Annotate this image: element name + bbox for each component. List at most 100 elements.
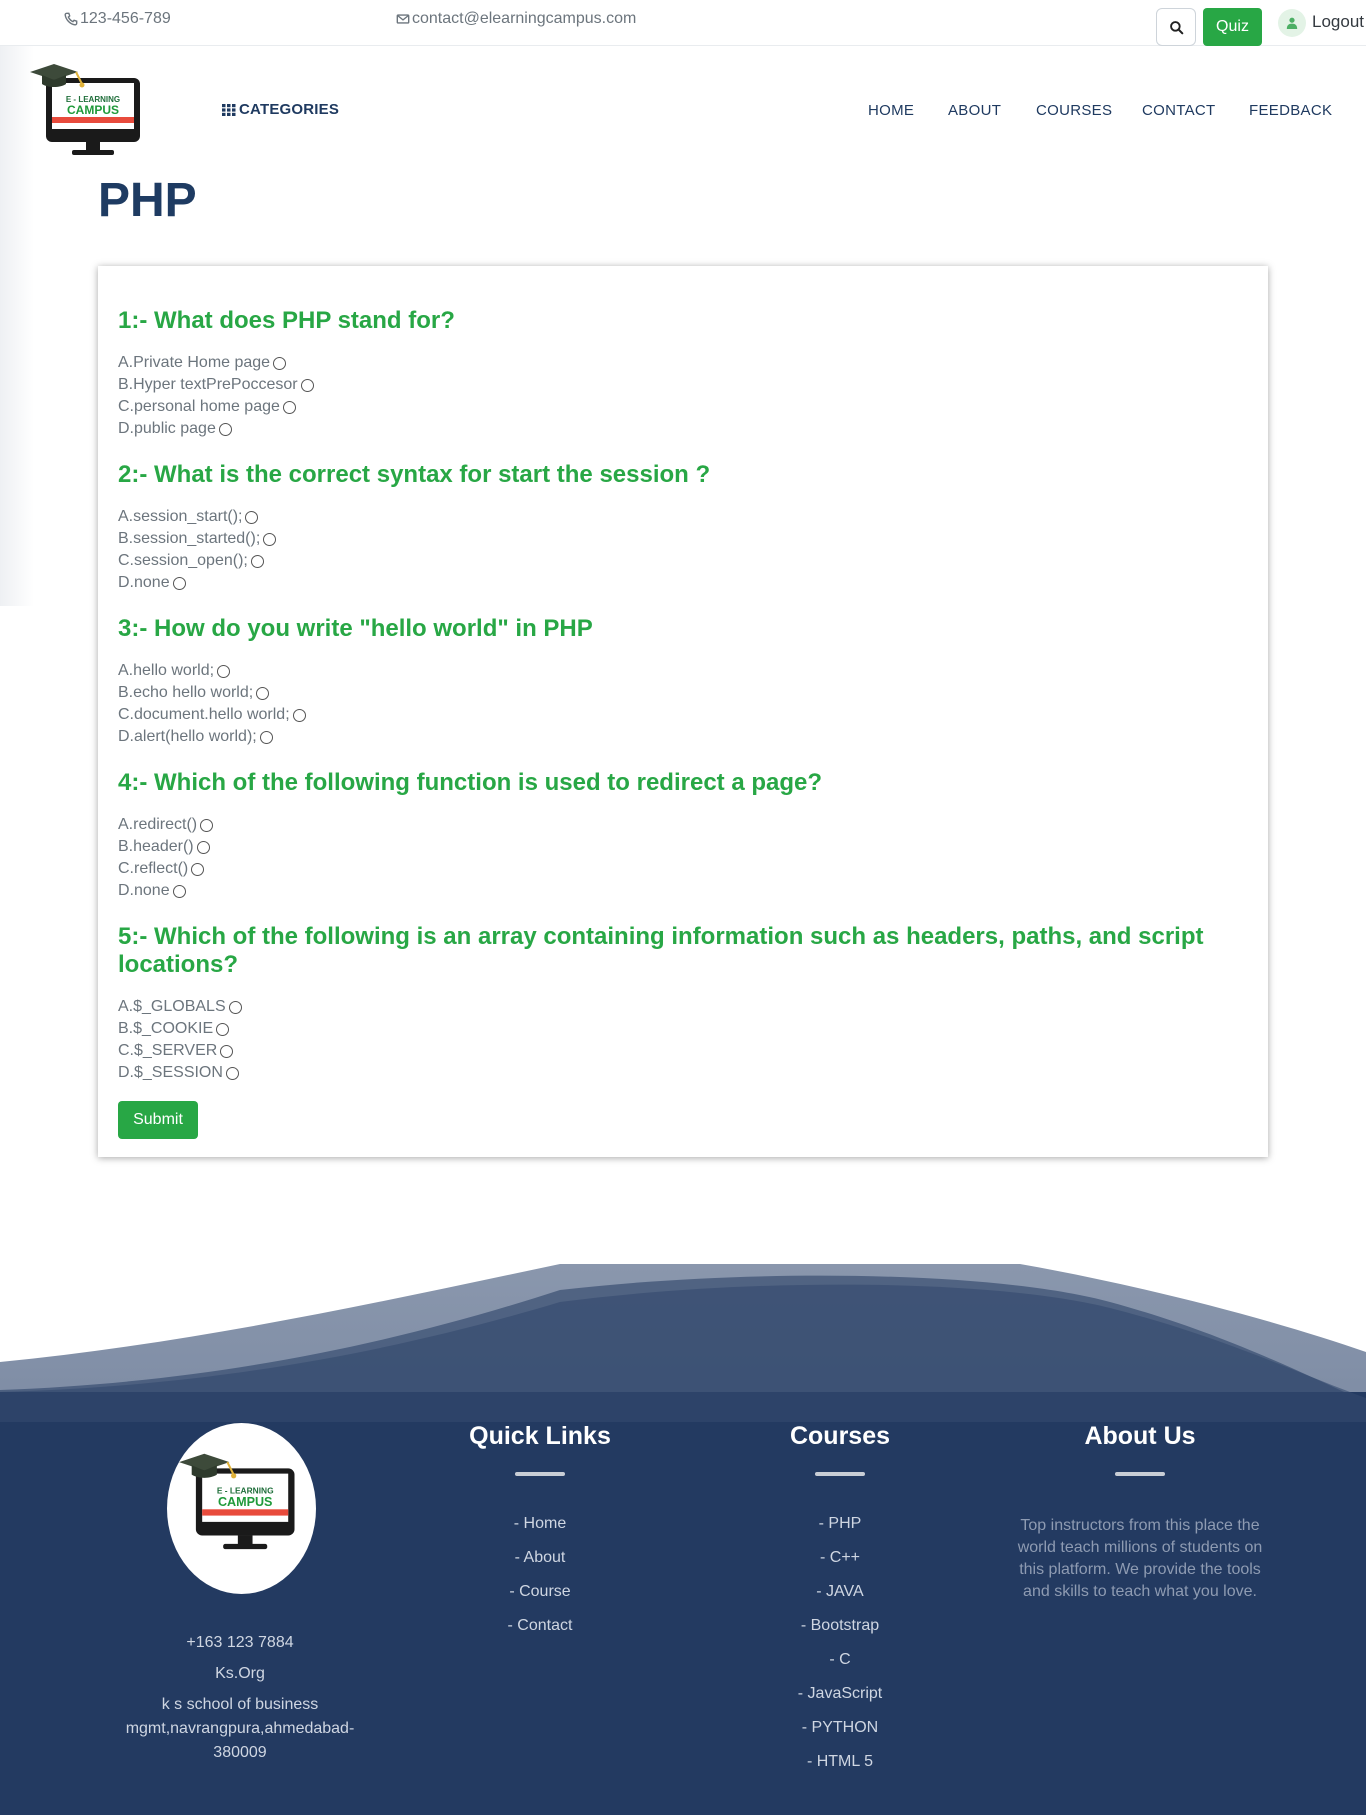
nav-contact[interactable]: CONTACT <box>1142 102 1215 119</box>
footer-course-java[interactable]: - JAVA <box>730 1583 950 1601</box>
top-bar: 123-456-789 contact@elearningcampus.com … <box>0 0 1366 46</box>
footer-link-home[interactable]: - Home <box>430 1515 650 1533</box>
question-2-option-d[interactable]: D.none <box>118 572 186 594</box>
question-5-option-a[interactable]: A.$_GLOBALS <box>118 996 242 1018</box>
radio-button[interactable] <box>200 818 214 832</box>
radio-button[interactable] <box>216 1022 230 1036</box>
quiz-card: 1:- What does PHP stand for? A.Private H… <box>98 266 1268 1157</box>
grid-icon <box>222 103 236 116</box>
footer-course-html5[interactable]: - HTML 5 <box>730 1753 950 1771</box>
question-5-option-d[interactable]: D.$_SESSION <box>118 1062 239 1084</box>
question-4-option-b[interactable]: B.header() <box>118 836 210 858</box>
footer-phone: +163 123 7884 <box>186 1634 294 1651</box>
option-label: B.echo hello world; <box>118 684 254 701</box>
radio-button[interactable] <box>256 686 270 700</box>
quick-links-heading: Quick Links <box>469 1422 611 1450</box>
question-4-option-d[interactable]: D.none <box>118 880 186 902</box>
option-label: A.session_start(); <box>118 508 243 525</box>
nav-courses[interactable]: COURSES <box>1036 102 1112 119</box>
question-1-option-d[interactable]: D.public page <box>118 418 232 440</box>
radio-button[interactable] <box>218 422 232 436</box>
question-5-option-c[interactable]: C.$_SERVER <box>118 1040 234 1062</box>
question-4-option-a[interactable]: A.redirect() <box>118 814 214 836</box>
question-5-title: 5:- Which of the following is an array c… <box>118 923 1204 978</box>
question-1-option-a[interactable]: A.Private Home page <box>118 352 287 374</box>
nav-about[interactable]: ABOUT <box>948 102 1001 119</box>
radio-button[interactable] <box>259 730 273 744</box>
question-3-option-b[interactable]: B.echo hello world; <box>118 682 270 704</box>
nav-feedback[interactable]: FEEDBACK <box>1249 102 1332 119</box>
option-label: A.redirect() <box>118 816 198 833</box>
question-2-option-b[interactable]: B.session_started(); <box>118 528 277 550</box>
option-label: D.$_SESSION <box>118 1064 223 1081</box>
phone-icon <box>64 12 78 26</box>
about-text: Top instructors from this place the worl… <box>1017 1517 1263 1600</box>
question-3-option-d[interactable]: D.alert(hello world); <box>118 726 273 748</box>
top-email[interactable]: contact@elearningcampus.com <box>396 10 636 28</box>
question-2-option-c[interactable]: C.session_open(); <box>118 550 264 572</box>
radio-button[interactable] <box>196 840 210 854</box>
footer-link-about[interactable]: - About <box>430 1549 650 1567</box>
radio-button[interactable] <box>282 400 296 414</box>
question-5-option-b[interactable]: B.$_COOKIE <box>118 1018 230 1040</box>
email-text: contact@elearningcampus.com <box>412 10 637 27</box>
radio-button[interactable] <box>292 708 306 722</box>
footer-course-php[interactable]: - PHP <box>730 1515 950 1533</box>
logout-link[interactable]: Logout <box>1312 12 1364 32</box>
option-label: A.$_GLOBALS <box>118 998 226 1015</box>
about-underline <box>1115 1472 1165 1476</box>
footer-course-javascript[interactable]: - JavaScript <box>730 1685 950 1703</box>
footer-logo-line1: E - LEARNING <box>217 1486 274 1496</box>
question-2-option-a[interactable]: A.session_start(); <box>118 506 259 528</box>
radio-button[interactable] <box>191 862 205 876</box>
radio-button[interactable] <box>228 1000 242 1014</box>
footer-org: Ks.Org <box>215 1665 265 1682</box>
top-phone[interactable]: 123-456-789 <box>64 10 171 28</box>
footer-logo[interactable]: E - LEARNING CAMPUS <box>167 1423 316 1594</box>
radio-button[interactable] <box>225 1066 239 1080</box>
site-logo[interactable]: E - LEARNING CAMPUS <box>28 62 150 160</box>
user-icon[interactable] <box>1278 9 1306 37</box>
footer-link-contact[interactable]: - Contact <box>430 1617 650 1635</box>
search-button[interactable] <box>1156 8 1196 46</box>
footer-course-python[interactable]: - PYTHON <box>730 1719 950 1737</box>
logo-line2: CAMPUS <box>67 103 119 117</box>
question-1-option-c[interactable]: C.personal home page <box>118 396 296 418</box>
radio-button[interactable] <box>172 576 186 590</box>
nav-home[interactable]: HOME <box>868 102 914 119</box>
option-label: A.Private Home page <box>118 354 271 371</box>
option-label: D.public page <box>118 420 216 437</box>
radio-button[interactable] <box>220 1044 234 1058</box>
question-1-option-b[interactable]: B.Hyper textPrePoccesor <box>118 374 314 396</box>
search-icon <box>1169 20 1183 34</box>
phone-text: 123-456-789 <box>80 10 171 27</box>
radio-button[interactable] <box>263 532 277 546</box>
categories-menu[interactable]: CATEGORIES <box>222 101 339 118</box>
footer-link-course[interactable]: - Course <box>430 1583 650 1601</box>
option-label: A.hello world; <box>118 662 215 679</box>
question-2-title: 2:- What is the correct syntax for start… <box>118 461 711 488</box>
radio-button[interactable] <box>273 356 287 370</box>
quiz-button[interactable]: Quiz <box>1203 8 1262 46</box>
user-glyph-icon <box>1286 17 1298 29</box>
question-3-title: 3:- How do you write "hello world" in PH… <box>118 615 593 642</box>
courses-heading: Courses <box>789 1422 891 1450</box>
footer-address: k s school of business mgmt,navrangpura,… <box>125 1696 355 1761</box>
question-1-title: 1:- What does PHP stand for? <box>118 307 455 334</box>
radio-button[interactable] <box>172 884 186 898</box>
radio-button[interactable] <box>245 510 259 524</box>
footer-course-cpp[interactable]: - C++ <box>730 1549 950 1567</box>
question-4-option-c[interactable]: C.reflect() <box>118 858 205 880</box>
radio-button[interactable] <box>217 664 231 678</box>
question-3-option-c[interactable]: C.document.hello world; <box>118 704 306 726</box>
option-label: C.session_open(); <box>118 552 248 569</box>
footer-course-bootstrap[interactable]: - Bootstrap <box>730 1617 950 1635</box>
footer-logo-line2: CAMPUS <box>218 1495 273 1509</box>
option-label: D.none <box>118 882 170 899</box>
radio-button[interactable] <box>300 378 314 392</box>
footer-course-c[interactable]: - C <box>730 1651 950 1669</box>
option-label: D.none <box>118 574 170 591</box>
question-3-option-a[interactable]: A.hello world; <box>118 660 231 682</box>
radio-button[interactable] <box>250 554 264 568</box>
submit-button[interactable]: Submit <box>118 1101 198 1139</box>
